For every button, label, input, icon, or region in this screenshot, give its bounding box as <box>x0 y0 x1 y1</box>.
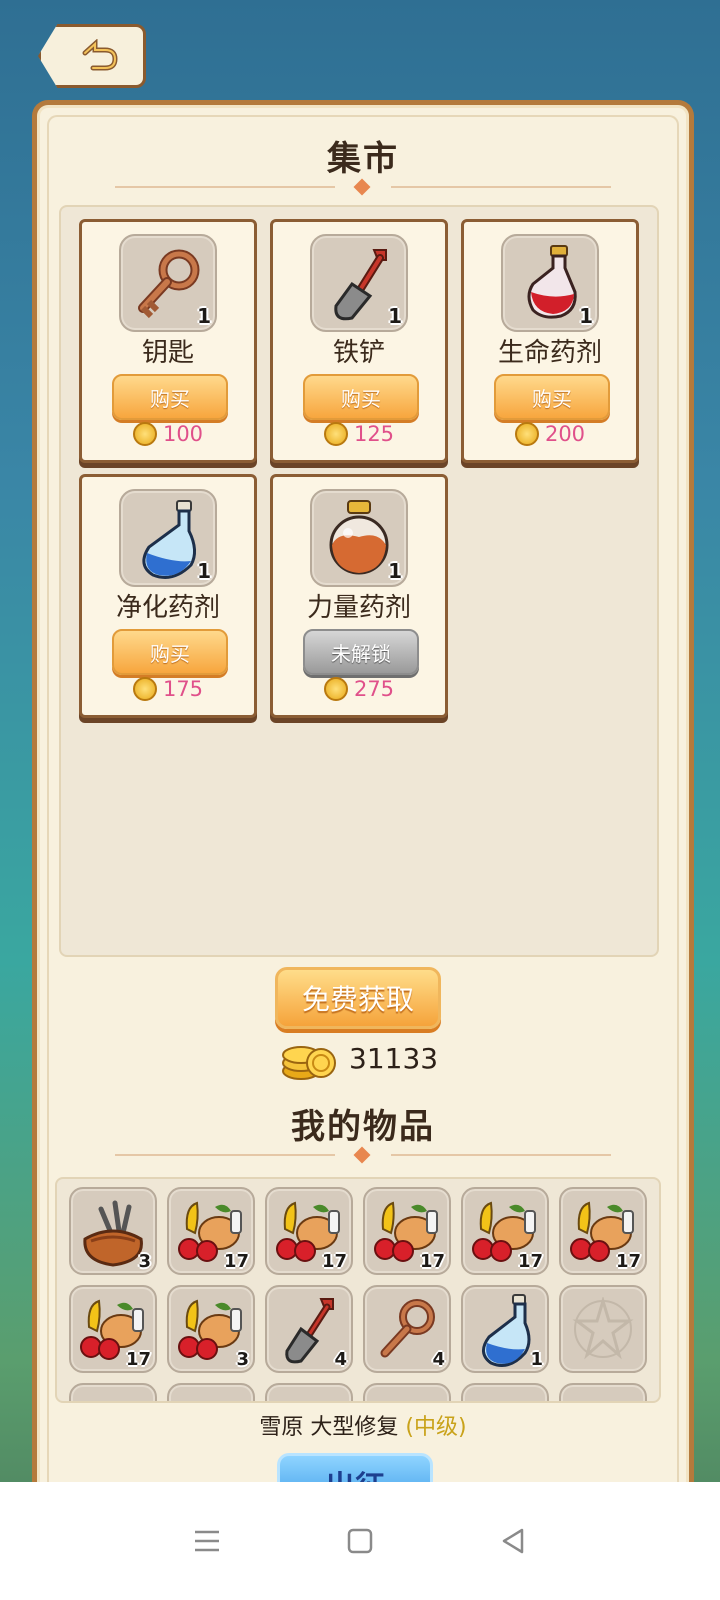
shop-grid: 1 钥匙 购买 100 1 铁铲 购买 125 1 生命药剂 购买 200 1 … <box>59 205 659 957</box>
inventory-grid: 3 17 17 17 17 17 17 3 4 4 1 <box>55 1177 661 1403</box>
item-name: 钥匙 <box>141 338 194 368</box>
buy-button[interactable]: 购买 <box>112 629 228 675</box>
coin-icon <box>132 677 157 701</box>
coin-icon <box>514 422 539 446</box>
inventory-slot[interactable] <box>559 1285 647 1373</box>
gold-amount: 31133 <box>349 1041 439 1075</box>
item-quantity: 1 <box>388 559 402 583</box>
item-quantity: 1 <box>197 304 211 328</box>
inventory-slot[interactable] <box>265 1383 353 1401</box>
item-icon-frame: 1 <box>501 234 599 332</box>
item-quantity: 1 <box>388 304 402 328</box>
gold-balance: 31133 <box>281 1033 438 1083</box>
shop-item-card: 1 力量药剂 未解锁 275 <box>270 474 448 718</box>
coin-icon <box>323 677 348 701</box>
inventory-slot[interactable]: 17 <box>363 1187 451 1275</box>
item-name: 力量药剂 <box>306 593 411 623</box>
item-price: 175 <box>82 677 254 701</box>
shop-item-card: 1 铁铲 购买 125 <box>270 219 448 463</box>
inventory-title: 我的物品 <box>291 1107 435 1147</box>
market-panel: 集市 1 钥匙 购买 100 1 铁铲 购买 125 1 生命药剂 购买 200… <box>32 100 694 1513</box>
item-price: 275 <box>273 677 445 701</box>
inventory-slot[interactable] <box>461 1383 549 1401</box>
home-icon[interactable] <box>340 1521 380 1561</box>
menu-icon[interactable] <box>187 1521 227 1561</box>
inventory-slot[interactable]: 1 <box>461 1285 549 1373</box>
buy-button[interactable]: 购买 <box>112 374 228 420</box>
back-button[interactable] <box>38 24 146 88</box>
inventory-slot[interactable]: 17 <box>559 1187 647 1275</box>
mission-info: 雪原 大型修复 (中级) <box>37 1409 689 1441</box>
item-icon-frame: 1 <box>310 489 408 587</box>
inventory-slot[interactable]: 17 <box>265 1187 353 1275</box>
mission-name: 雪原 大型修复 <box>259 1415 399 1440</box>
empty-slot-icon <box>572 1297 634 1360</box>
shop-item-card: 1 净化药剂 购买 175 <box>79 474 257 718</box>
item-name: 铁铲 <box>332 338 385 368</box>
coin-icon <box>132 422 157 446</box>
item-quantity: 1 <box>197 559 211 583</box>
inventory-slot[interactable]: 3 <box>69 1187 157 1275</box>
mission-level: (中级) <box>405 1415 467 1440</box>
inventory-slot[interactable]: 17 <box>461 1187 549 1275</box>
item-price: 125 <box>273 422 445 446</box>
item-icon-frame: 1 <box>119 234 217 332</box>
inventory-slot[interactable] <box>559 1383 647 1401</box>
item-price: 100 <box>82 422 254 446</box>
item-name: 生命药剂 <box>497 338 602 368</box>
shop-item-card: 1 生命药剂 购买 200 <box>461 219 639 463</box>
item-quantity: 1 <box>579 304 593 328</box>
inventory-slot[interactable]: 4 <box>265 1285 353 1373</box>
buy-button[interactable]: 购买 <box>303 374 419 420</box>
back-nav-icon[interactable] <box>493 1521 533 1561</box>
item-icon-frame: 1 <box>119 489 217 587</box>
free-get-button[interactable]: 免费获取 <box>275 967 441 1029</box>
inventory-divider <box>115 1146 611 1164</box>
shop-title: 集市 <box>327 139 399 179</box>
system-nav-bar <box>0 1482 720 1600</box>
item-icon-frame: 1 <box>310 234 408 332</box>
inventory-slot[interactable] <box>69 1383 157 1401</box>
inventory-slot[interactable]: 17 <box>69 1285 157 1373</box>
gold-coins-icon <box>282 1046 336 1080</box>
shop-item-card: 1 钥匙 购买 100 <box>79 219 257 463</box>
inventory-slot[interactable]: 4 <box>363 1285 451 1373</box>
buy-button[interactable]: 购买 <box>494 374 610 420</box>
title-divider <box>115 178 611 196</box>
locked-button[interactable]: 未解锁 <box>303 629 419 675</box>
inventory-slot[interactable]: 3 <box>167 1285 255 1373</box>
inventory-slot[interactable] <box>167 1383 255 1401</box>
back-arrow-icon <box>82 39 118 71</box>
coin-icon <box>323 422 348 446</box>
inventory-slot[interactable]: 17 <box>167 1187 255 1275</box>
inventory-slot[interactable] <box>363 1383 451 1401</box>
item-price: 200 <box>464 422 636 446</box>
item-name: 净化药剂 <box>115 593 220 623</box>
